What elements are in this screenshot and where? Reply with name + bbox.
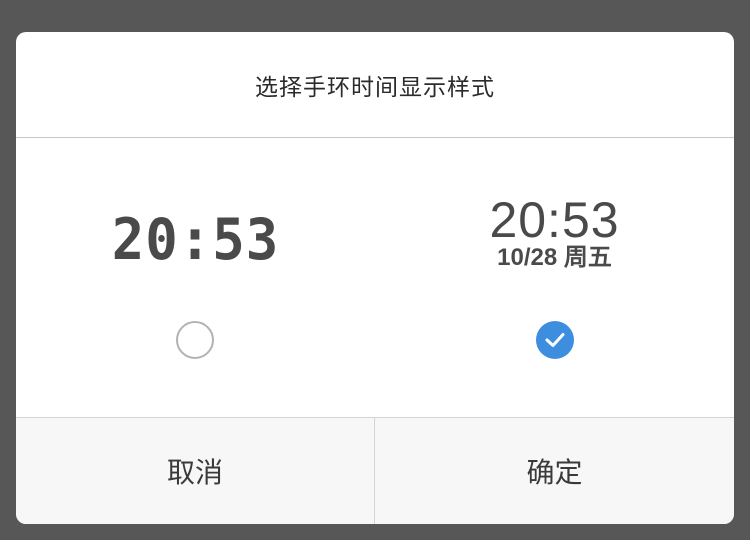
dialog-header: 选择手环时间显示样式 (16, 32, 734, 138)
radio-time-date-style[interactable] (536, 321, 574, 359)
dialog-title: 选择手环时间显示样式 (255, 74, 495, 101)
preview-time: 20:53 (489, 192, 620, 248)
confirm-button[interactable]: 确定 (375, 418, 734, 524)
digital-clock-preview: 20:53 (111, 206, 280, 273)
cancel-button[interactable]: 取消 (16, 418, 375, 524)
dialog-footer: 取消 确定 (16, 417, 734, 524)
preview-date: 10/28 周五 (497, 244, 612, 271)
option-digital-style[interactable]: 20:53 (16, 138, 375, 417)
style-options: 20:53 20:53 10/28 周五 (16, 138, 734, 417)
time-style-dialog: 选择手环时间显示样式 20:53 20:53 10/28 周五 取消 确定 (16, 32, 734, 524)
checkmark-icon (545, 333, 565, 347)
radio-digital-style[interactable] (176, 321, 214, 359)
time-date-clock-preview: 20:53 10/28 周五 (375, 194, 734, 272)
option-time-date-style[interactable]: 20:53 10/28 周五 (375, 138, 734, 417)
